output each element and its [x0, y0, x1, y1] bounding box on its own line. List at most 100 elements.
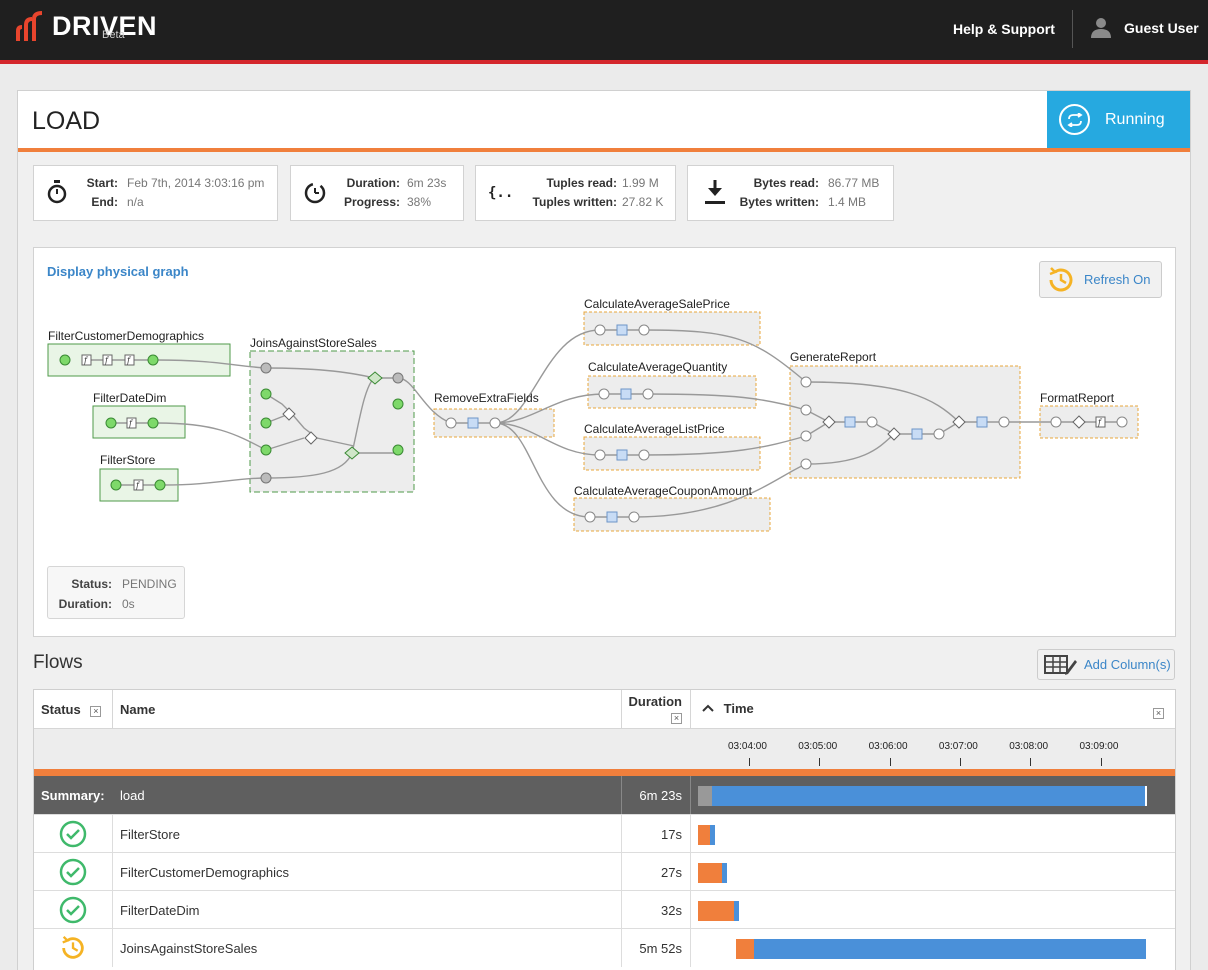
flow-name[interactable]: JoinsAgainstStoreSales — [120, 941, 257, 956]
flows-table: Status × Name Duration × Time × 03:04:00… — [33, 689, 1176, 970]
complete-icon — [34, 891, 112, 929]
flow-name[interactable]: FilterStore — [120, 827, 180, 842]
graph-label-avg-sale: CalculateAverageSalePrice — [584, 297, 730, 311]
remove-time-column-icon[interactable]: × — [1153, 708, 1164, 719]
stopwatch-icon — [46, 180, 68, 207]
driven-logo[interactable]: DRIVEN — [16, 11, 157, 41]
tuples-read-value: 1.99 M — [622, 176, 659, 190]
flow-row[interactable]: FilterDateDim 32s — [34, 890, 1175, 929]
braces-icon: {...} — [488, 184, 530, 203]
duration-column-header[interactable]: Duration × — [628, 694, 682, 732]
flow-graph[interactable]: fff fff FilterCustomerDemographics Filte… — [34, 248, 1177, 638]
duration-stats: Duration: 6m 23s Progress: 38% — [290, 165, 464, 221]
time-tick-mark — [1030, 758, 1032, 766]
title-bar: LOAD Running — [18, 91, 1190, 148]
top-nav-stripe — [0, 60, 1208, 64]
column-divider — [621, 853, 622, 891]
flow-run-bar — [734, 901, 739, 921]
flow-row[interactable]: JoinsAgainstStoreSales 5m 52s — [34, 928, 1175, 967]
user-menu[interactable]: Guest User — [1124, 20, 1199, 36]
app-detail-panel: LOAD Running Start: Feb 7th, 2014 3:03:1… — [17, 90, 1191, 970]
help-support-link[interactable]: Help & Support — [953, 21, 1055, 37]
flows-heading: Flows — [33, 652, 83, 673]
time-stats: Start: Feb 7th, 2014 3:03:16 pm End: n/a — [33, 165, 278, 221]
column-divider — [621, 929, 622, 967]
running-icon — [1059, 104, 1090, 135]
bytes-stats: Bytes read: 86.77 MB Bytes written: 1.4 … — [687, 165, 894, 221]
graph-label-filter-customer: FilterCustomerDemographics — [48, 329, 204, 343]
graph-label-remove: RemoveExtraFields — [434, 391, 539, 405]
time-tick-mark — [819, 758, 821, 766]
status-label: Running — [1105, 110, 1165, 128]
avg-qty-box — [587, 375, 757, 409]
top-nav-bar: DRIVEN Beta Help & Support Guest User — [0, 0, 1208, 60]
graph-label-format: FormatReport — [1040, 391, 1115, 405]
table-edit-icon — [1044, 654, 1077, 675]
end-value: n/a — [127, 195, 144, 209]
title-stripe — [18, 148, 1190, 152]
tuples-read-label: Tuples read: — [546, 176, 617, 190]
graph-label-avg-list: CalculateAverageListPrice — [584, 422, 725, 436]
flow-name[interactable]: FilterDateDim — [120, 903, 199, 918]
table-accent-bar — [34, 769, 1175, 776]
column-divider — [621, 815, 622, 853]
pending-status-value: PENDING — [122, 577, 177, 591]
summary-pending-bar — [698, 786, 712, 806]
time-tick-mark — [1100, 758, 1102, 766]
time-tick-mark — [889, 758, 891, 766]
complete-icon — [34, 853, 112, 891]
time-tick-label: 03:09:00 — [1079, 741, 1119, 752]
add-columns-label: Add Column(s) — [1084, 657, 1171, 672]
duration-label: Duration: — [346, 176, 400, 190]
flow-duration: 32s — [661, 903, 682, 918]
flow-name[interactable]: FilterCustomerDemographics — [120, 865, 289, 880]
flow-row[interactable]: FilterStore 17s — [34, 814, 1175, 853]
avg-sale-box — [583, 311, 761, 346]
graph-label-filter-store: FilterStore — [100, 453, 156, 467]
flow-duration: 17s — [661, 827, 682, 842]
column-divider — [690, 853, 691, 891]
time-tick-label: 03:07:00 — [938, 741, 978, 752]
time-tick-label: 03:06:00 — [868, 741, 908, 752]
summary-name: load — [120, 788, 145, 803]
flow-row[interactable]: FilterCustomerDemographics 27s — [34, 852, 1175, 891]
column-divider — [112, 891, 113, 929]
flow-startup-bar — [698, 825, 710, 845]
graph-label-avg-qty: CalculateAverageQuantity — [588, 360, 727, 374]
pending-duration-value: 0s — [122, 597, 135, 611]
column-divider — [621, 891, 622, 929]
time-axis-row: 03:04:00 03:05:00 03:06:00 03:07:00 03:08:00… — [34, 728, 1175, 769]
bytes-read-value: 86.77 MB — [828, 176, 880, 190]
flow-startup-bar — [698, 863, 722, 883]
graph-label-avg-coupon: CalculateAverageCouponAmount — [574, 484, 753, 498]
status-header-label: Status — [41, 702, 81, 717]
flow-run-bar — [722, 863, 727, 883]
duration-header-label: Duration — [628, 694, 682, 709]
summary-running-bar — [712, 786, 1147, 806]
summary-row[interactable]: Summary: load 6m 23s — [34, 776, 1175, 814]
time-tick-mark — [749, 758, 750, 766]
add-columns-button[interactable]: Add Column(s) — [1037, 649, 1175, 680]
flow-startup-bar — [736, 939, 754, 959]
flow-run-bar — [710, 825, 715, 845]
complete-icon — [34, 815, 112, 853]
end-label: End: — [91, 195, 118, 209]
timer-icon — [303, 180, 327, 207]
time-tick-label: 03:08:00 — [1009, 741, 1049, 752]
user-avatar-icon[interactable] — [1090, 16, 1112, 43]
running-icon — [34, 929, 112, 967]
duration-value: 6m 23s — [407, 176, 447, 190]
progress-value: 38% — [407, 195, 432, 209]
progress-label: Progress: — [343, 195, 400, 209]
column-divider — [690, 815, 691, 853]
remove-duration-column-icon[interactable]: × — [671, 713, 682, 724]
column-divider — [112, 815, 113, 853]
remove-status-column-icon[interactable]: × — [90, 706, 102, 717]
download-icon — [704, 180, 726, 209]
time-tick-mark — [959, 758, 961, 766]
status-badge: Running — [1047, 91, 1190, 148]
brand-beta-label: Beta — [102, 29, 125, 41]
sort-up-icon[interactable] — [702, 703, 714, 713]
avg-list-box — [583, 436, 761, 471]
flow-duration: 27s — [661, 865, 682, 880]
